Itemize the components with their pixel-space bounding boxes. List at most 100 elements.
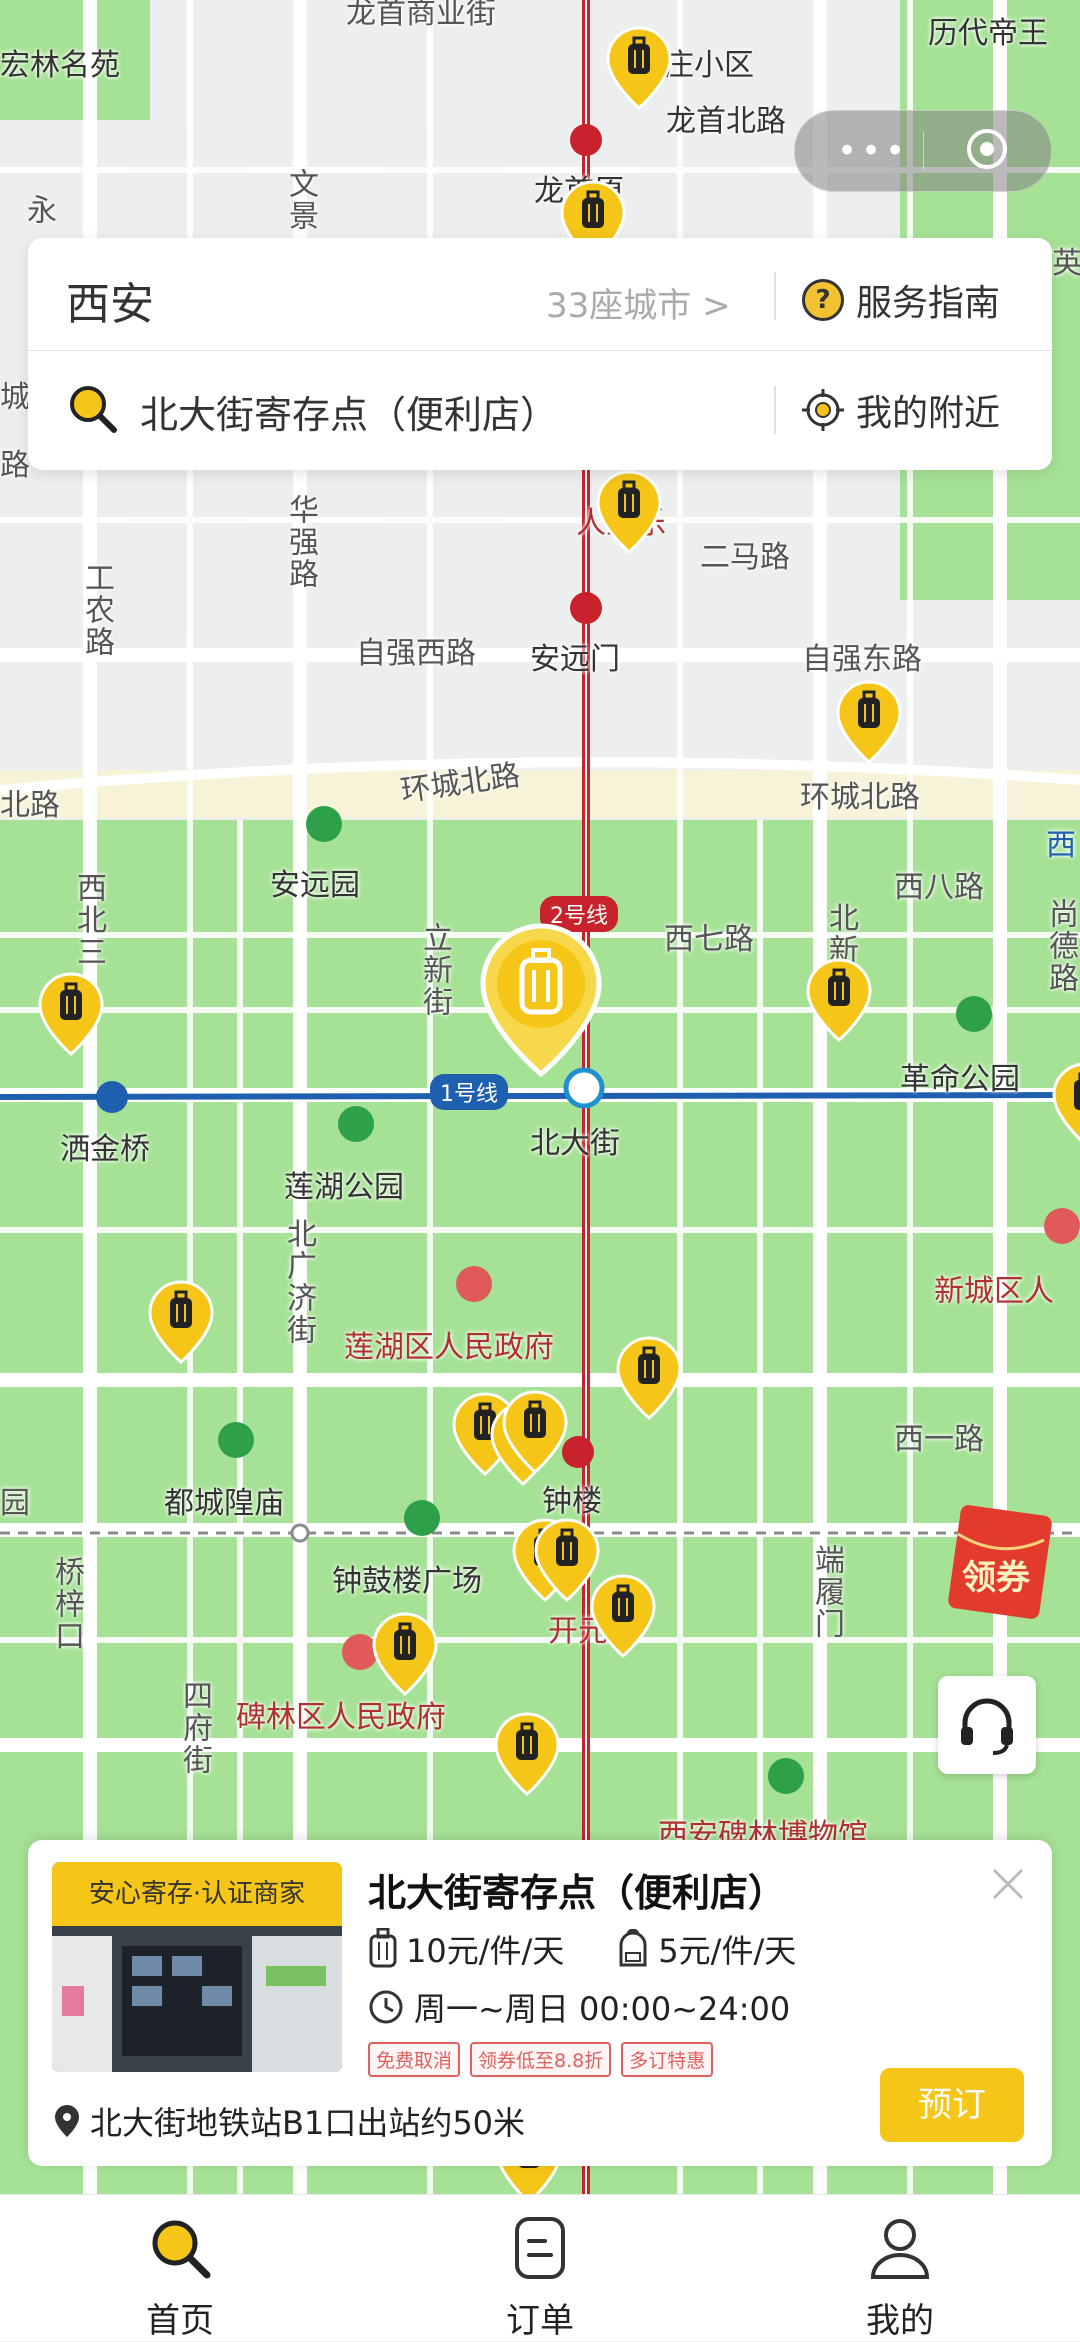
metro-line-badge: 1号线 [430, 1074, 508, 1110]
large-price: 10元/件/天 [406, 1932, 565, 1970]
coupon-button[interactable]: 领券 [948, 1504, 1052, 1620]
map-label: 四府街 [177, 1680, 212, 1776]
divider [774, 272, 776, 320]
map-label: 庄小区 [664, 48, 754, 83]
map-label: 北新 [823, 902, 858, 966]
map-label: 桥梓口 [49, 1556, 84, 1652]
price-row: 10元/件/天 5元/件/天 [368, 1926, 848, 1972]
tab-orders[interactable]: 订单 [440, 2213, 640, 2342]
opening-hours: 周一~周日 00:00~24:00 [368, 1984, 790, 2030]
map-label: 北广济街 [281, 1218, 316, 1346]
map-label: 文景 [283, 168, 318, 232]
selected-storage-pin-icon[interactable] [478, 922, 604, 1078]
location-pin-icon [55, 2105, 79, 2137]
service-guide-button[interactable]: ? 服务指南 [802, 274, 1000, 326]
large-luggage-icon [369, 1928, 397, 1968]
map-label: 园 [0, 1486, 30, 1521]
map-label: 自强东路 [802, 642, 922, 677]
map-label: 安远园 [270, 868, 360, 903]
map-label: 洒金桥 [60, 1132, 150, 1167]
search-icon [152, 2220, 211, 2279]
city-name[interactable]: 西安 [66, 268, 154, 332]
search-input[interactable]: 北大街寄存点（便利店） [140, 384, 558, 439]
more-icon[interactable]: ••• [837, 131, 909, 171]
map-label: 西一路 [894, 1422, 984, 1457]
luggage-storage-pin-icon[interactable] [494, 1712, 560, 1796]
luggage-storage-pin-icon[interactable] [590, 1574, 656, 1658]
map-label: 工农路 [79, 562, 114, 658]
store-address: 北大街地铁站B1口出站约50米 [54, 2098, 525, 2144]
locate-icon [802, 389, 844, 431]
map-label: 西七路 [664, 922, 754, 957]
map-label: 新城区人 [934, 1274, 1054, 1309]
tab-mine-label: 我的 [866, 2301, 934, 2341]
tab-home[interactable]: 首页 [80, 2213, 280, 2342]
map-label: 安远门 [530, 642, 620, 677]
map-label: 华强路 [283, 494, 318, 590]
luggage-storage-pin-icon[interactable] [806, 958, 872, 1042]
miniprogram-capsule[interactable]: ••• [794, 110, 1052, 192]
hours-text: 周一~周日 00:00~24:00 [414, 1990, 791, 2028]
coupon-label: 领券 [962, 1558, 1030, 1598]
customer-service-button[interactable] [938, 1676, 1036, 1774]
luggage-storage-pin-icon[interactable] [836, 680, 902, 764]
map-label: 英 [1052, 246, 1080, 281]
map-label: 历代帝王 [928, 16, 1048, 51]
luggage-storage-pin-icon[interactable] [596, 470, 662, 554]
service-guide-label: 服务指南 [856, 283, 1001, 324]
promo-tag: 多订特惠 [621, 2042, 714, 2077]
map-label: 西八路 [894, 870, 984, 905]
map-label: 端履门 [809, 1544, 844, 1640]
search-card: 西安 33座城市 > ? 服务指南 北大街寄存点（便利店） 我的附近 [28, 238, 1052, 470]
user-icon [870, 2219, 930, 2279]
map-label: 龙首北路 [666, 104, 786, 139]
close-icon[interactable] [984, 1860, 1032, 1908]
order-list-icon [515, 2217, 565, 2279]
luggage-storage-pin-icon[interactable] [502, 1390, 568, 1474]
map-label: 二马路 [700, 540, 790, 575]
nearby-label: 我的附近 [856, 393, 1001, 434]
backpack-icon [619, 1929, 647, 1967]
headset-icon [961, 1698, 1013, 1755]
store-photo: 安心寄存·认证商家 [52, 1862, 342, 2072]
promo-tag: 免费取消 [368, 2042, 461, 2077]
search-row: 北大街寄存点（便利店） 我的附近 [28, 352, 1052, 464]
close-miniprogram-icon[interactable] [967, 129, 1007, 169]
map-label: 西 [1046, 828, 1076, 863]
map-label: 莲湖区人民政府 [344, 1330, 554, 1365]
map-label: 尚德路 [1043, 898, 1078, 994]
map-label: 钟鼓楼广场 [332, 1564, 482, 1599]
luggage-storage-pin-icon[interactable] [148, 1280, 214, 1364]
promo-tags: 免费取消 领券低至8.8折 多订特惠 [368, 2042, 714, 2077]
map-label: 都城隍庙 [164, 1486, 284, 1521]
question-icon: ? [802, 279, 844, 321]
tab-bar: 首页 订单 我的 [0, 2194, 1080, 2341]
book-button[interactable]: 预订 [880, 2068, 1024, 2142]
capsule-divider [923, 131, 924, 171]
luggage-storage-pin-icon[interactable] [372, 1612, 438, 1696]
map-label: 宏林名苑 [0, 48, 120, 83]
luggage-storage-pin-icon[interactable] [616, 1336, 682, 1420]
luggage-storage-pin-icon[interactable] [1052, 1062, 1080, 1146]
map-label: 碑林区人民政府 [236, 1700, 446, 1735]
luggage-storage-pin-icon[interactable] [38, 972, 104, 1056]
map-label: 永 [21, 194, 56, 226]
map-label: 自强西路 [356, 636, 476, 671]
luggage-storage-pin-icon[interactable] [606, 26, 672, 110]
map-label: 莲湖公园 [284, 1170, 404, 1205]
store-photo-image [52, 1926, 342, 2072]
map-label: 革命公园 [900, 1062, 1020, 1097]
map-label: 北路 [0, 788, 60, 823]
promo-tag: 领券低至8.8折 [470, 2042, 612, 2077]
city-count-link[interactable]: 33座城市 > [546, 278, 731, 327]
map-label: 北大街 [530, 1126, 620, 1161]
map-label: 西北三 [71, 872, 106, 968]
map-label: 路 [0, 448, 30, 483]
map-label: 龙首商业街 [346, 0, 496, 31]
store-info-card[interactable]: 安心寄存·认证商家 北大街寄存点（便利店） 10元/件/天 5元/件/天 周一~… [28, 1840, 1052, 2166]
tab-mine[interactable]: 我的 [800, 2213, 1000, 2342]
nearby-button[interactable]: 我的附近 [802, 384, 1000, 436]
tab-home-label: 首页 [146, 2301, 214, 2341]
certified-badge: 安心寄存·认证商家 [52, 1862, 342, 1926]
tab-orders-label: 订单 [506, 2301, 574, 2341]
